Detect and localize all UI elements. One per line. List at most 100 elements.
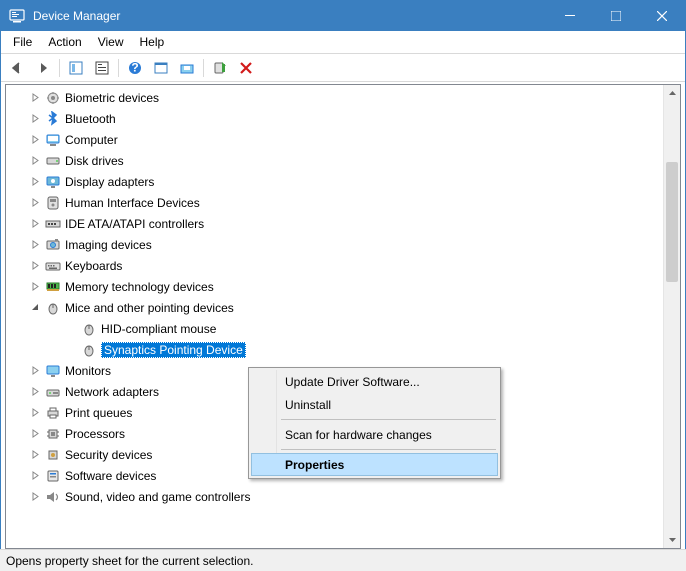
tree-item-label: Bluetooth: [65, 112, 116, 126]
scroll-thumb[interactable]: [666, 162, 678, 282]
expand-icon[interactable]: [30, 260, 41, 271]
action-button[interactable]: [149, 57, 173, 79]
toolbar-separator: [203, 59, 204, 77]
tree-item-label: Processors: [65, 427, 125, 441]
context-menu-label: Scan for hardware changes: [285, 428, 432, 442]
expand-icon[interactable]: [30, 281, 41, 292]
context-menu-item[interactable]: Update Driver Software...: [251, 370, 498, 393]
tree-item[interactable]: Imaging devices: [6, 234, 663, 255]
tree-item-label: Human Interface Devices: [65, 196, 200, 210]
tree-item[interactable]: Keyboards: [6, 255, 663, 276]
expand-icon[interactable]: [30, 197, 41, 208]
statusbar: Opens property sheet for the current sel…: [0, 549, 686, 571]
scroll-track[interactable]: [664, 102, 680, 531]
scroll-down-icon[interactable]: [664, 531, 680, 548]
mouse-icon: [81, 342, 97, 358]
tree-item-label: Network adapters: [65, 385, 159, 399]
expand-icon[interactable]: [30, 449, 41, 460]
window-title: Device Manager: [33, 9, 547, 23]
update-driver-button[interactable]: [175, 57, 199, 79]
context-menu-item[interactable]: Properties: [251, 453, 498, 476]
tree-item[interactable]: Biometric devices: [6, 87, 663, 108]
bluetooth-icon: [45, 111, 61, 127]
hid-icon: [45, 195, 61, 211]
collapse-icon[interactable]: [30, 302, 41, 313]
tree-item[interactable]: Mice and other pointing devices: [6, 297, 663, 318]
tree-item[interactable]: HID-compliant mouse: [6, 318, 663, 339]
tree-item[interactable]: Human Interface Devices: [6, 192, 663, 213]
context-menu-label: Properties: [285, 458, 344, 472]
mouse-icon: [45, 300, 61, 316]
menu-view[interactable]: View: [90, 33, 132, 51]
maximize-button[interactable]: [593, 1, 639, 31]
context-menu: Update Driver Software... Uninstall Scan f…: [248, 367, 501, 479]
menu-action[interactable]: Action: [40, 33, 89, 51]
expand-icon[interactable]: [30, 386, 41, 397]
context-menu-separator: [281, 419, 496, 420]
tree-item-label: Software devices: [65, 469, 156, 483]
close-button[interactable]: [639, 1, 685, 31]
display-icon: [45, 174, 61, 190]
tree-item[interactable]: IDE ATA/ATAPI controllers: [6, 213, 663, 234]
expand-icon[interactable]: [30, 155, 41, 166]
expand-icon[interactable]: [30, 470, 41, 481]
expand-icon[interactable]: [30, 113, 41, 124]
vertical-scrollbar[interactable]: [663, 85, 680, 548]
computer-icon: [45, 132, 61, 148]
properties-button[interactable]: [90, 57, 114, 79]
tree-item-label: Security devices: [65, 448, 152, 462]
tree-item-label: Monitors: [65, 364, 111, 378]
network-icon: [45, 384, 61, 400]
expand-icon[interactable]: [30, 239, 41, 250]
tree-item-label: Disk drives: [65, 154, 124, 168]
show-hide-console-button[interactable]: [64, 57, 88, 79]
expand-icon: [66, 344, 77, 355]
expand-icon[interactable]: [30, 92, 41, 103]
ide-icon: [45, 216, 61, 232]
uninstall-button[interactable]: [234, 57, 258, 79]
menu-file[interactable]: File: [5, 33, 40, 51]
tree-item[interactable]: Disk drives: [6, 150, 663, 171]
tree-item-label: Display adapters: [65, 175, 154, 189]
tree-item[interactable]: Bluetooth: [6, 108, 663, 129]
svg-text:?: ?: [131, 61, 138, 75]
context-menu-label: Update Driver Software...: [285, 375, 420, 389]
tree-item[interactable]: Memory technology devices: [6, 276, 663, 297]
context-menu-item[interactable]: Scan for hardware changes: [251, 423, 498, 446]
device-tree-pane: Biometric devices Bluetooth Computer Disk d…: [5, 84, 681, 549]
expand-icon[interactable]: [30, 365, 41, 376]
menu-help[interactable]: Help: [132, 33, 173, 51]
software-icon: [45, 468, 61, 484]
context-menu-item[interactable]: Uninstall: [251, 393, 498, 416]
monitor-icon: [45, 363, 61, 379]
imaging-icon: [45, 237, 61, 253]
tree-item-label: Keyboards: [65, 259, 122, 273]
back-button[interactable]: [5, 57, 29, 79]
toolbar-separator: [118, 59, 119, 77]
mouse-icon: [81, 321, 97, 337]
scroll-up-icon[interactable]: [664, 85, 680, 102]
tree-item[interactable]: Synaptics Pointing Device: [6, 339, 663, 360]
tree-item[interactable]: Computer: [6, 129, 663, 150]
sensor-icon: [45, 90, 61, 106]
tree-item[interactable]: Sound, video and game controllers: [6, 486, 663, 507]
forward-button[interactable]: [31, 57, 55, 79]
minimize-button[interactable]: [547, 1, 593, 31]
enable-button[interactable]: [208, 57, 232, 79]
expand-icon[interactable]: [30, 428, 41, 439]
tree-item-label: Mice and other pointing devices: [65, 301, 234, 315]
sound-icon: [45, 489, 61, 505]
app-icon: [9, 8, 25, 24]
help-button[interactable]: ?: [123, 57, 147, 79]
tree-item-label: IDE ATA/ATAPI controllers: [65, 217, 204, 231]
tree-item-label: Biometric devices: [65, 91, 159, 105]
expand-icon[interactable]: [30, 134, 41, 145]
expand-icon[interactable]: [30, 218, 41, 229]
titlebar: Device Manager: [1, 1, 685, 31]
context-menu-separator: [281, 449, 496, 450]
expand-icon[interactable]: [30, 407, 41, 418]
tree-item-label: Sound, video and game controllers: [65, 490, 250, 504]
expand-icon[interactable]: [30, 491, 41, 502]
expand-icon[interactable]: [30, 176, 41, 187]
tree-item[interactable]: Display adapters: [6, 171, 663, 192]
